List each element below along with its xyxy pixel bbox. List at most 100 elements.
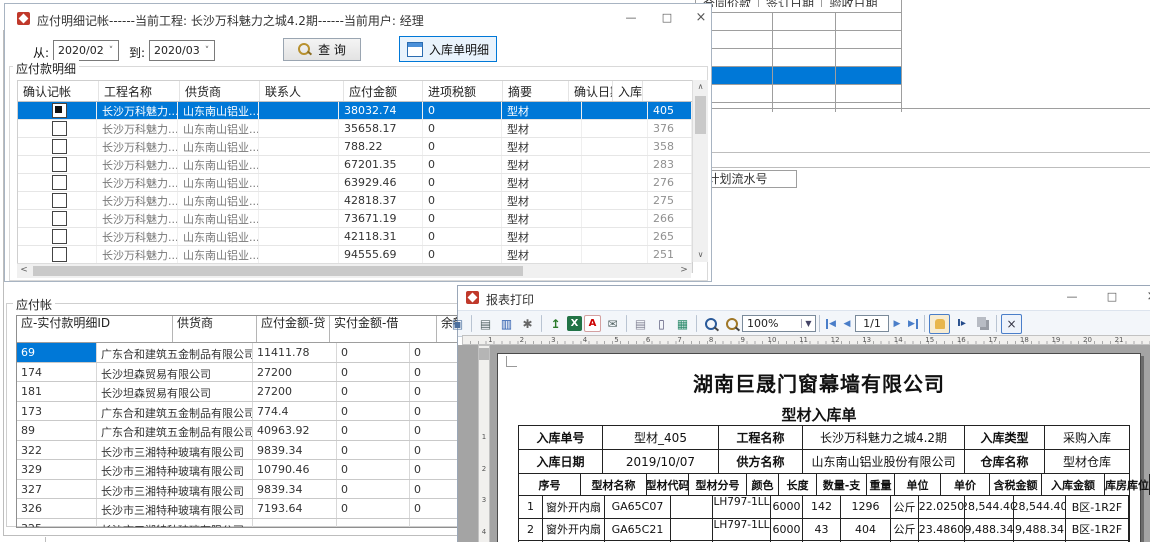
- to-date-combo[interactable]: 2020/03/31 ˅: [149, 40, 215, 61]
- payable-detail-row[interactable]: 长沙万科魅力... 山东南山铝业... 42118.31 0 型材 265: [18, 228, 692, 246]
- column-header[interactable]: 应付金额: [344, 81, 423, 101]
- scrollbar-thumb[interactable]: [695, 96, 706, 134]
- column-header[interactable]: 应-实付款明细ID: [17, 316, 173, 342]
- zoom-in-icon[interactable]: [701, 315, 720, 333]
- confirm-checkbox[interactable]: [52, 157, 67, 172]
- column-header[interactable]: 确认日期: [569, 81, 613, 101]
- confirm-checkbox[interactable]: [52, 211, 67, 226]
- first-page-button[interactable]: ◀: [824, 315, 838, 333]
- payable-account-row[interactable]: 181 长沙坦森贸易有限公司 27200 0 0: [17, 382, 517, 402]
- vertical-scrollbar[interactable]: ∧ ∨: [692, 80, 708, 262]
- payable-detail-row[interactable]: 长沙万科魅力... 山东南山铝业... 63929.46 0 型材 276: [18, 174, 692, 192]
- contract-table-row[interactable]: [696, 85, 901, 103]
- contract-table-row[interactable]: [696, 31, 901, 49]
- confirm-checkbox[interactable]: [52, 247, 67, 262]
- scroll-right-icon[interactable]: >: [677, 264, 691, 278]
- scroll-down-icon[interactable]: ∨: [693, 248, 708, 262]
- inbound-detail-button[interactable]: 入库单明细: [399, 36, 497, 62]
- separator[interactable]: [541, 315, 542, 332]
- query-button[interactable]: 查 询: [283, 38, 361, 61]
- scroll-left-icon[interactable]: <: [17, 264, 31, 278]
- column-header[interactable]: 工程名称: [99, 81, 180, 101]
- close-preview-icon[interactable]: ×: [1001, 314, 1022, 334]
- column-header[interactable]: 进项税额: [423, 81, 503, 101]
- payable-account-row[interactable]: 174 长沙坦森贸易有限公司 27200 0 0: [17, 363, 517, 383]
- payable-account-row[interactable]: 173 广东合和建筑五金制品有限公司 774.4 0 0: [17, 402, 517, 422]
- payable-account-row[interactable]: 327 长沙市三湘特种玻璃有限公司 9839.34 0 0: [17, 480, 517, 500]
- confirm-checkbox[interactable]: [52, 175, 67, 190]
- mail-icon[interactable]: ✉: [603, 315, 622, 333]
- chevron-down-icon[interactable]: ˅: [200, 46, 214, 56]
- payable-detail-row[interactable]: 长沙万科魅力... 山东南山铝业... 94555.69 0 型材 251: [18, 246, 692, 264]
- prev-page-button[interactable]: ◀: [840, 315, 854, 333]
- confirm-checkbox[interactable]: [52, 103, 67, 118]
- text-select-tool-icon[interactable]: I▸: [952, 315, 971, 333]
- column-header[interactable]: 摘要: [503, 81, 569, 101]
- payable-account-row[interactable]: 89 广东合和建筑五金制品有限公司 40963.92 0 0: [17, 421, 517, 441]
- zoom-out-icon[interactable]: [722, 315, 741, 333]
- separator[interactable]: [696, 315, 697, 332]
- minimize-button[interactable]: —: [1064, 289, 1080, 305]
- contract-table-row[interactable]: [696, 103, 901, 112]
- payable-account-row[interactable]: 329 长沙市三湘特种玻璃有限公司 10790.46 0 0: [17, 460, 517, 480]
- horizontal-scrollbar[interactable]: < >: [17, 263, 691, 278]
- column-header[interactable]: 确认记帐: [18, 81, 99, 101]
- confirm-checkbox[interactable]: [52, 193, 67, 208]
- minimize-button[interactable]: —: [623, 10, 639, 26]
- contract-table-row[interactable]: [696, 67, 901, 85]
- export-icon[interactable]: ↥: [546, 315, 565, 333]
- contract-table-row[interactable]: [696, 49, 901, 67]
- single-page-view-icon[interactable]: ▯: [652, 315, 671, 333]
- page-setup-icon[interactable]: ▥: [497, 315, 516, 333]
- report-print-titlebar[interactable]: 报表打印 — □ ×: [458, 286, 1150, 310]
- contract-table-row[interactable]: [696, 13, 901, 31]
- next-page-button[interactable]: ▶: [890, 315, 904, 333]
- payable-detail-row[interactable]: 长沙万科魅力... 山东南山铝业... 35658.17 0 型材 376: [18, 120, 692, 138]
- separator[interactable]: [471, 315, 472, 332]
- last-page-button[interactable]: ▶: [906, 315, 920, 333]
- close-button[interactable]: ×: [1144, 289, 1150, 305]
- payable-account-row[interactable]: 325 长沙市三湘特种玻璃有限公司: [17, 519, 517, 527]
- preview-pane-icon[interactable]: ▣: [448, 315, 467, 333]
- column-header[interactable]: 联系人: [260, 81, 344, 101]
- payable-account-row[interactable]: 322 长沙市三湘特种玻璃有限公司 9839.34 0 0: [17, 441, 517, 461]
- chevron-down-icon[interactable]: ˅: [104, 46, 118, 56]
- multi-page-view-icon[interactable]: ▦: [673, 315, 692, 333]
- payable-detail-titlebar[interactable]: 应付明细记帐------当前工程: 长沙万科魅力之城4.2期------当前用户…: [5, 4, 711, 32]
- column-header[interactable]: 应付金额-贷: [257, 316, 330, 342]
- scrollbar-thumb[interactable]: [33, 266, 523, 276]
- ruler-number: 1: [479, 422, 489, 454]
- chevron-down-icon[interactable]: ▼: [801, 319, 815, 328]
- payable-detail-row[interactable]: 长沙万科魅力... 山东南山铝业... 67201.35 0 型材 283: [18, 156, 692, 174]
- confirm-checkbox[interactable]: [52, 139, 67, 154]
- maximize-button[interactable]: □: [1104, 289, 1120, 305]
- scroll-up-icon[interactable]: ∧: [693, 80, 708, 94]
- close-button[interactable]: ×: [693, 10, 709, 26]
- column-header[interactable]: 供货商: [173, 316, 257, 342]
- plan-serial-label: 计划流水号: [707, 172, 767, 186]
- payable-detail-row[interactable]: 长沙万科魅力... 山东南山铝业... 38032.74 0 型材 405: [18, 102, 692, 120]
- from-date-combo[interactable]: 2020/02/29 ˅: [53, 40, 119, 61]
- column-header[interactable]: 实付金额-借: [330, 316, 437, 342]
- hand-tool-icon[interactable]: [929, 314, 950, 334]
- zoom-select[interactable]: 100% ▼: [742, 315, 816, 332]
- column-header[interactable]: 供货商: [180, 81, 260, 101]
- print-icon[interactable]: ▤: [476, 315, 495, 333]
- payable-account-row[interactable]: 326 长沙市三湘特种玻璃有限公司 7193.64 0 0: [17, 499, 517, 519]
- copy-icon[interactable]: [973, 315, 992, 333]
- payable-detail-row[interactable]: 长沙万科魅力... 山东南山铝业... 73671.19 0 型材 266: [18, 210, 692, 228]
- confirm-checkbox[interactable]: [52, 121, 67, 136]
- payable-detail-row[interactable]: 长沙万科魅力... 山东南山铝业... 42818.37 0 型材 275: [18, 192, 692, 210]
- properties-icon[interactable]: ✱: [518, 315, 537, 333]
- maximize-button[interactable]: □: [659, 10, 675, 26]
- payable-account-row[interactable]: 69 广东合和建筑五金制品有限公司 11411.78 0 0: [17, 343, 517, 363]
- pdf-export-icon[interactable]: A: [584, 315, 601, 332]
- print-setup-icon[interactable]: ▤: [631, 315, 650, 333]
- report-preview-area[interactable]: 1 2 3 4 5 湖南巨晟门窗幕墙有限公司 型材入库单 入库单号 型材_405…: [458, 345, 1150, 542]
- separator[interactable]: [626, 315, 627, 332]
- payable-detail-row[interactable]: 长沙万科魅力... 山东南山铝业... 788.22 0 型材 358: [18, 138, 692, 156]
- confirm-checkbox[interactable]: [52, 229, 67, 244]
- excel-export-icon[interactable]: X: [567, 316, 582, 331]
- column-header[interactable]: 入库: [613, 81, 643, 101]
- page-number-field[interactable]: 1/1: [855, 315, 889, 332]
